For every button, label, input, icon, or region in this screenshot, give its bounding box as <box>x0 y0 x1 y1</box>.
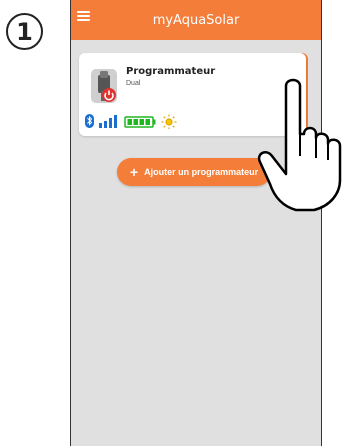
bluetooth-icon <box>85 114 94 128</box>
status-row <box>85 114 177 129</box>
programmer-title: Programmateur <box>126 66 216 77</box>
pointing-hand-icon <box>257 78 342 212</box>
programmer-device-icon <box>91 69 117 103</box>
add-programmer-button[interactable]: + Ajouter un programmateur <box>117 158 271 186</box>
hamburger-menu-icon[interactable] <box>77 11 90 21</box>
sun-icon <box>161 114 177 129</box>
battery-full-icon <box>124 116 156 128</box>
programmer-subtitle: Dual <box>126 80 141 87</box>
app-title: myAquaSolar <box>152 12 240 28</box>
signal-strength-icon <box>99 115 117 128</box>
add-programmer-label: Ajouter un programmateur <box>144 167 259 177</box>
app-top-bar: myAquaSolar <box>71 0 321 40</box>
plus-icon: + <box>129 164 139 180</box>
step-number-badge: 1 <box>6 13 43 50</box>
phone-screen: myAquaSolar Programmateur Dual + Ajouter… <box>70 0 322 446</box>
